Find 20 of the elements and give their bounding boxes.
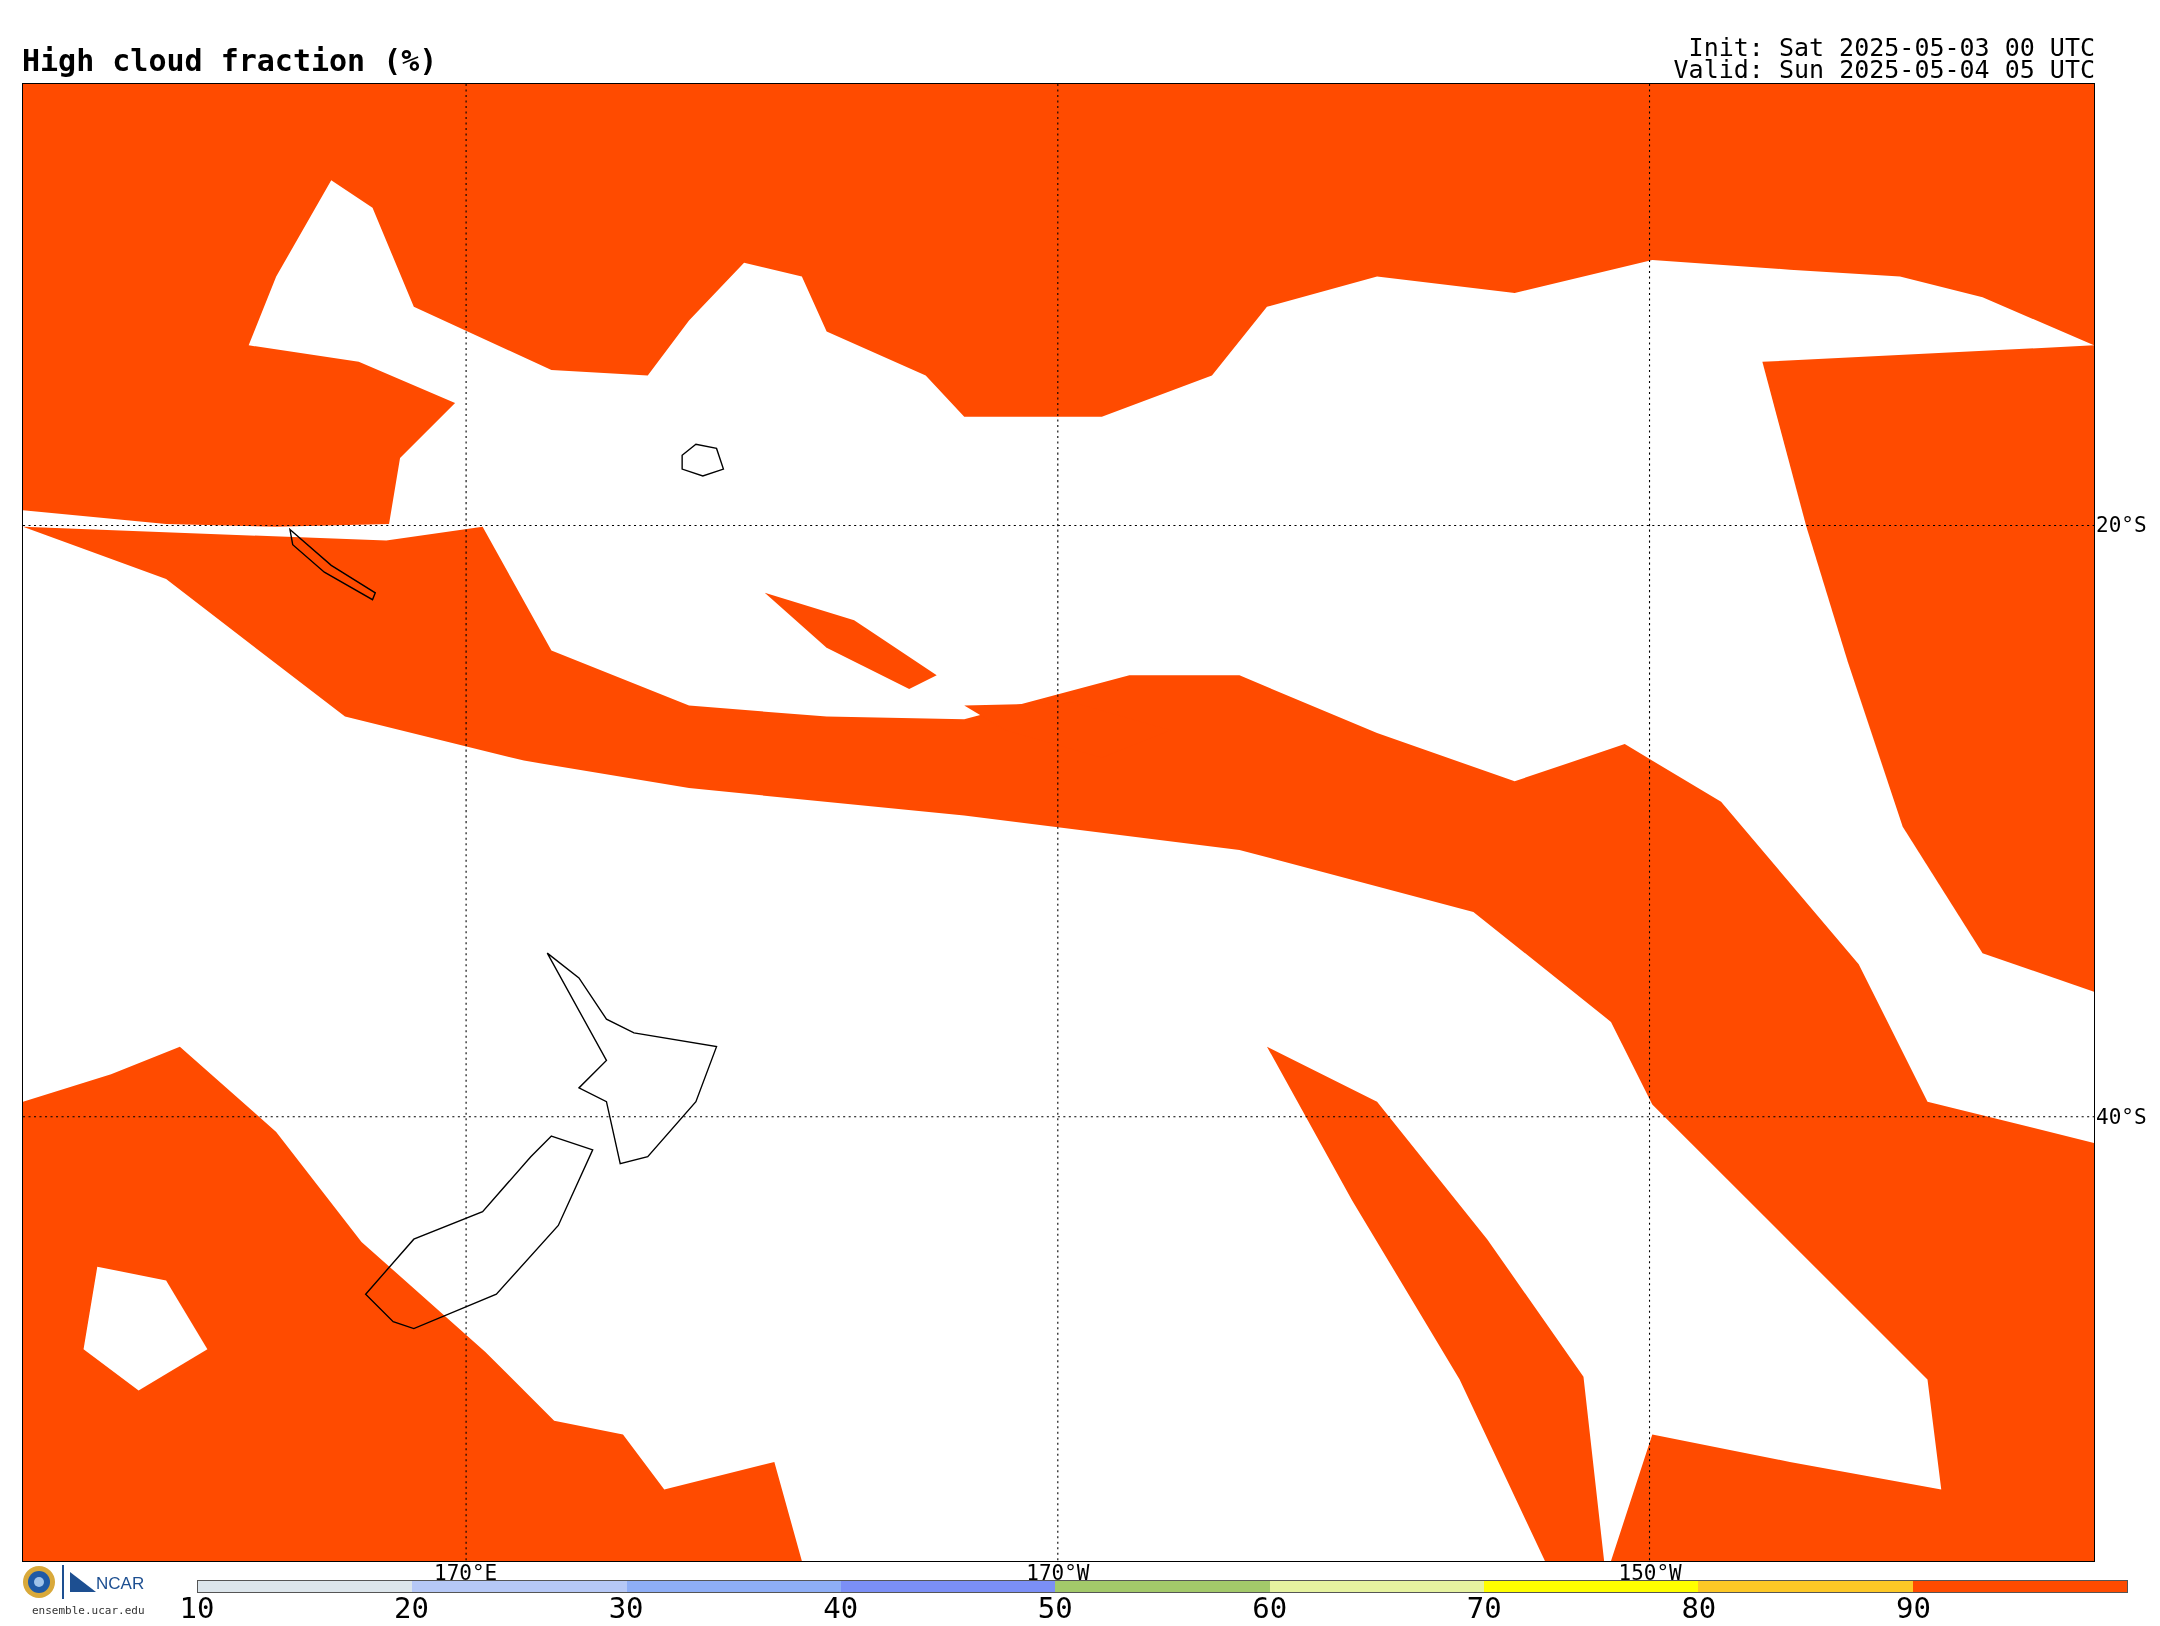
scale-label: 70	[1466, 1594, 1502, 1623]
valid-time: Valid: Sun 2025-05-04 05 UTC	[1673, 59, 2095, 81]
scale-label: 40	[823, 1594, 859, 1623]
latitude-label: 20°S	[2096, 514, 2147, 536]
latitude-label: 40°S	[2096, 1106, 2147, 1128]
longitude-label: 170°E	[434, 1563, 498, 1584]
init-time: Init: Sat 2025-05-03 00 UTC	[1688, 37, 2095, 59]
scale-label: 30	[608, 1594, 644, 1623]
logo-text: NCAR	[96, 1575, 145, 1592]
scale-label: 10	[179, 1594, 215, 1623]
website-url: ensemble.ucar.edu	[32, 1604, 145, 1617]
scale-label: 50	[1037, 1594, 1073, 1623]
scale-label: 60	[1252, 1594, 1288, 1623]
scale-label: 20	[394, 1594, 429, 1623]
scale-label: 80	[1681, 1594, 1717, 1623]
chart-title: High cloud fraction (%)	[22, 46, 438, 76]
longitude-label: 170°W	[1026, 1563, 1090, 1584]
seal-icon	[22, 1565, 56, 1599]
longitude-label: 150°W	[1618, 1563, 1682, 1584]
scale-label: 90	[1896, 1594, 1931, 1623]
